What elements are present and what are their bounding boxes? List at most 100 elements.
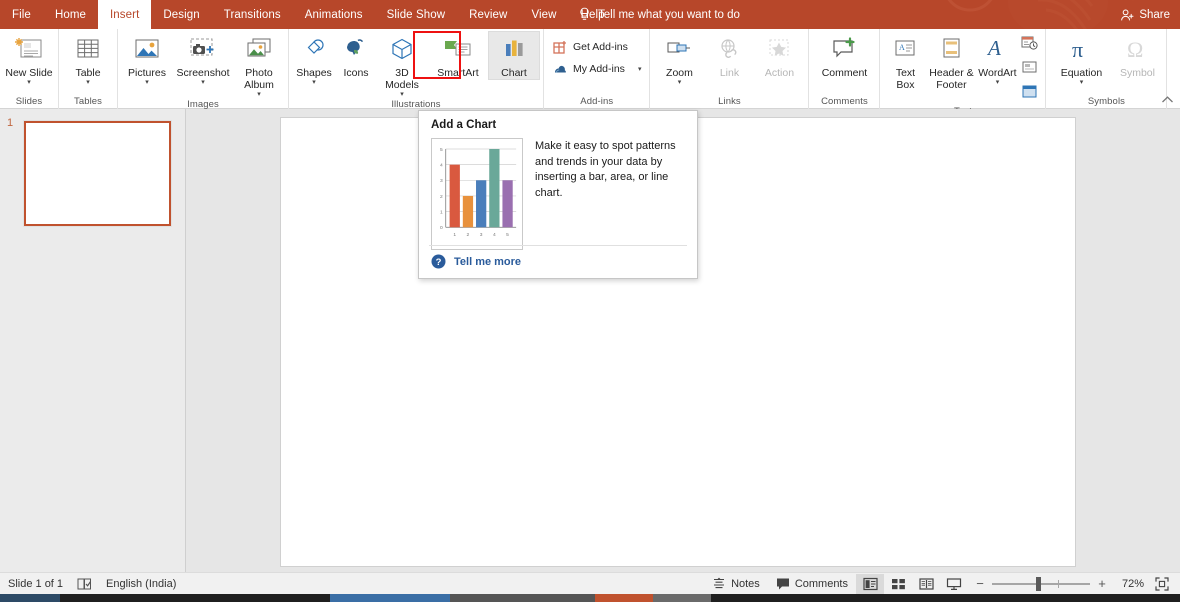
zoom-slider-handle[interactable]: [1036, 576, 1041, 591]
photo-album-button[interactable]: Photo Album ▾: [234, 32, 284, 98]
screentip-divider: [429, 245, 687, 246]
svg-text:A: A: [986, 37, 1001, 60]
tell-me-more-label: Tell me more: [454, 255, 522, 268]
taskbar-item-5[interactable]: [653, 594, 711, 602]
reading-view-button[interactable]: [912, 574, 940, 594]
normal-view-button[interactable]: [856, 573, 884, 594]
chevron-down-icon: ▾: [86, 79, 90, 86]
pi-equation-icon: π: [1066, 34, 1096, 66]
store-grid-icon: [552, 39, 568, 55]
zoom-level-label[interactable]: 72%: [1114, 578, 1144, 590]
zoom-in-button[interactable]: +: [1096, 576, 1108, 591]
slide-number-button[interactable]: [1018, 59, 1041, 81]
header-footer-label: Header & Footer: [929, 67, 974, 91]
screenshot-button[interactable]: Screenshot ▾: [172, 32, 234, 86]
group-label-links: Links: [718, 96, 741, 107]
tell-me-label: Tell me what you want to do: [598, 8, 740, 21]
object-button[interactable]: [1018, 83, 1041, 105]
tab-animations[interactable]: Animations: [293, 0, 375, 29]
shapes-button[interactable]: Shapes ▾: [293, 32, 335, 86]
wordart-label: WordArt: [978, 67, 1017, 79]
wordart-button[interactable]: A WordArt ▾: [976, 32, 1018, 86]
my-addins-button[interactable]: My Add-ins ▾: [548, 58, 645, 80]
header-footer-icon: [938, 34, 964, 66]
video-button[interactable]: Video ▾: [1171, 32, 1180, 86]
fit-to-window-button[interactable]: [1150, 576, 1174, 591]
get-addins-button[interactable]: Get Add-ins: [548, 36, 645, 58]
text-box-button[interactable]: A Text Box: [884, 32, 926, 91]
zoom-controls: − + 72%: [968, 576, 1174, 592]
slide-count-label: Slide 1 of 1: [8, 577, 64, 590]
share-button[interactable]: Share: [1120, 0, 1170, 29]
link-button: Link: [704, 32, 754, 79]
pictures-icon: [132, 34, 162, 66]
accessibility-check-icon[interactable]: [77, 577, 92, 591]
tab-insert[interactable]: Insert: [98, 0, 152, 29]
new-slide-button[interactable]: New Slide ▾: [4, 32, 54, 86]
svg-text:3: 3: [480, 232, 483, 238]
tab-design[interactable]: Design: [151, 0, 211, 29]
date-time-icon: [1021, 36, 1039, 55]
tab-view[interactable]: View: [519, 0, 568, 29]
svg-text:1: 1: [453, 232, 456, 238]
chevron-down-icon: ▾: [1079, 79, 1084, 86]
zoom-button[interactable]: Zoom ▾: [654, 32, 704, 86]
taskbar-item-2[interactable]: [330, 594, 450, 602]
chevron-down-icon: ▾: [27, 79, 31, 86]
group-label-comments: Comments: [821, 96, 868, 107]
screentip-description: Make it easy to spot patterns and trends…: [535, 140, 676, 199]
group-label-addins: Add-ins: [580, 96, 614, 107]
tell-me-more-link[interactable]: ? Tell me more: [431, 254, 521, 269]
pictures-button[interactable]: Pictures ▾: [122, 32, 172, 86]
collapse-ribbon-button[interactable]: [1161, 95, 1174, 106]
zoom-slider-track: [992, 582, 1090, 585]
chevron-down-icon: ▾: [995, 79, 1000, 86]
tell-me-search[interactable]: Tell me what you want to do: [578, 0, 740, 29]
zoom-slider[interactable]: [992, 576, 1090, 592]
svg-text:A: A: [899, 43, 905, 52]
photo-album-label: Photo Album: [244, 67, 274, 91]
slide-show-button[interactable]: [940, 574, 968, 594]
object-icon: [1021, 85, 1038, 103]
tab-transitions[interactable]: Transitions: [212, 0, 293, 29]
tab-slide-show[interactable]: Slide Show: [375, 0, 458, 29]
tab-review[interactable]: Review: [457, 0, 519, 29]
icons-button[interactable]: Icons: [335, 32, 377, 79]
date-time-button[interactable]: [1018, 34, 1041, 57]
notes-label: Notes: [731, 577, 760, 590]
ribbon-group-comments: Comment Comments: [809, 29, 881, 109]
equation-button[interactable]: π Equation ▾: [1050, 32, 1112, 86]
table-icon: [74, 34, 102, 66]
chevron-down-icon: ▾: [145, 79, 149, 86]
taskbar-item-4[interactable]: [595, 594, 653, 602]
screenshot-label: Screenshot: [176, 67, 230, 79]
comment-button[interactable]: Comment: [813, 32, 875, 79]
chart-screentip: Add a Chart 0 1 2 3 4 5 1 2 3 4 5 Make i…: [418, 110, 698, 279]
action-button: Action: [754, 32, 804, 79]
zoom-slider-midpoint: [1058, 579, 1059, 588]
taskbar-item-3[interactable]: [450, 594, 595, 602]
comment-label: Comment: [821, 67, 868, 79]
smartart-button[interactable]: SmartArt: [427, 32, 489, 79]
tab-home[interactable]: Home: [43, 0, 98, 29]
table-button[interactable]: Table ▾: [63, 32, 113, 86]
slide-sorter-button[interactable]: [884, 574, 912, 594]
zoom-out-button[interactable]: −: [974, 576, 986, 591]
action-label: Action: [764, 67, 795, 79]
icons-bird-icon: [342, 34, 370, 66]
slide-thumbnail-1[interactable]: [24, 121, 171, 226]
svg-text:1: 1: [440, 210, 443, 216]
shapes-icon: [300, 34, 328, 66]
chevron-down-icon: ▾: [637, 65, 642, 73]
language-label[interactable]: English (India): [106, 578, 176, 590]
thumbnail-number: 1: [7, 117, 14, 129]
3d-models-button[interactable]: 3D Models ▾: [377, 32, 427, 98]
taskbar-item-1[interactable]: [0, 594, 60, 602]
comments-button[interactable]: Comments: [768, 575, 856, 592]
notes-button[interactable]: Notes: [704, 575, 768, 592]
chart-button[interactable]: Chart: [488, 31, 540, 80]
chevron-down-icon: ▾: [677, 79, 682, 86]
ribbon-group-images: Pictures ▾ Screenshot ▾ Photo Album ▾ Im…: [118, 29, 289, 110]
tab-file[interactable]: File: [0, 0, 43, 29]
header-footer-button[interactable]: Header & Footer: [926, 32, 976, 91]
